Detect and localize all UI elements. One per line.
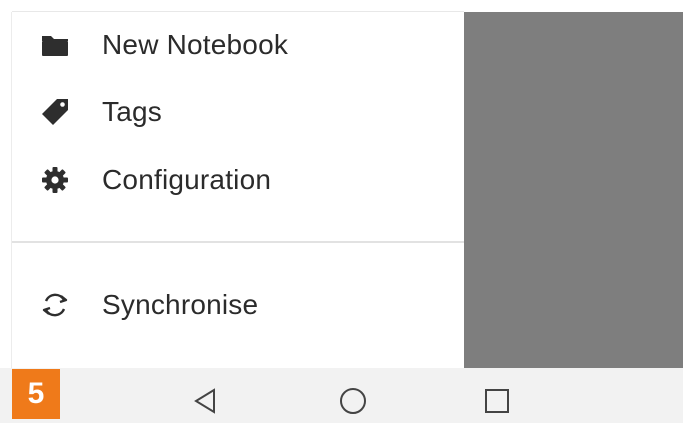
recents-icon (483, 387, 511, 420)
menu-item-label: Synchronise (102, 289, 259, 320)
back-button[interactable] (188, 386, 222, 420)
menu-item-label: Tags (102, 96, 162, 127)
recents-button[interactable] (480, 386, 514, 420)
menu-item-synchronise[interactable]: Synchronise (12, 277, 464, 333)
menu-divider (12, 241, 464, 243)
menu-item-new-notebook[interactable]: New Notebook (12, 17, 464, 73)
home-button[interactable] (336, 386, 370, 420)
sync-icon (40, 290, 70, 320)
menu-item-configuration[interactable]: Configuration (12, 152, 464, 208)
app-screen: New Notebook Tags Configuration Synchron… (0, 0, 683, 423)
menu-item-label: Configuration (102, 164, 272, 195)
drawer-top-border (12, 11, 464, 12)
tag-icon (40, 97, 70, 127)
gear-icon (40, 165, 70, 195)
menu-item-tags[interactable]: Tags (12, 84, 464, 140)
home-icon (338, 386, 368, 421)
figure-number-badge: 5 (12, 369, 60, 419)
folder-icon (40, 30, 70, 60)
menu-item-label: New Notebook (102, 29, 289, 60)
drawer-scrim-overlay[interactable] (464, 12, 683, 368)
back-icon (192, 387, 218, 420)
